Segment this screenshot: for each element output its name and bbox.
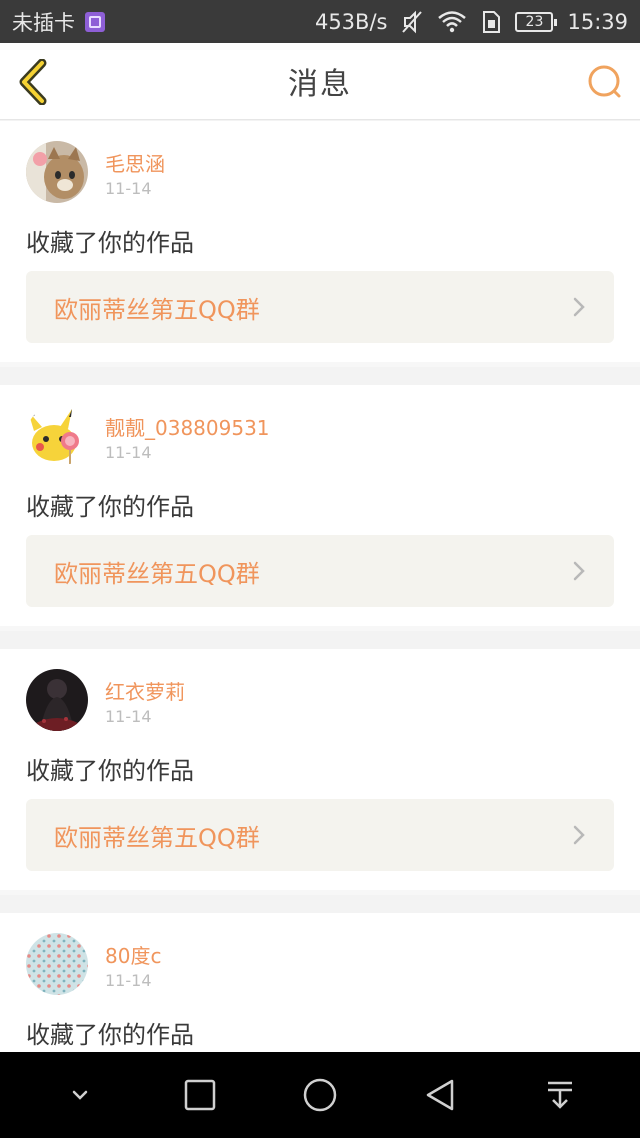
work-title: 欧丽蒂丝第五QQ群: [54, 559, 260, 588]
work-link[interactable]: 欧丽蒂丝第五QQ群: [26, 799, 614, 871]
message-card[interactable]: 毛思涵 11-14 收藏了你的作品 欧丽蒂丝第五QQ群: [0, 121, 640, 362]
user-avatar[interactable]: [26, 933, 88, 995]
timestamp: 11-14: [105, 971, 152, 990]
action-text: 收藏了你的作品: [26, 757, 194, 785]
system-nav-bar: [0, 1052, 640, 1138]
work-title: 欧丽蒂丝第五QQ群: [54, 295, 260, 324]
message-card[interactable]: 80度c 11-14 收藏了你的作品: [0, 890, 640, 1052]
recent-apps-button[interactable]: [170, 1065, 230, 1125]
chevron-right-icon: [573, 561, 585, 581]
username[interactable]: 靓靓_038809531: [105, 412, 270, 441]
status-bar: 未插卡 453B/s 23 15:39: [0, 0, 640, 43]
work-link[interactable]: 欧丽蒂丝第五QQ群: [26, 271, 614, 343]
chevron-right-icon: [573, 297, 585, 317]
timestamp: 11-14: [105, 443, 152, 462]
user-avatar[interactable]: [26, 141, 88, 203]
message-list: 毛思涵 11-14 收藏了你的作品 欧丽蒂丝第五QQ群 靓靓_038809531: [0, 121, 640, 1052]
carrier-text: 未插卡: [12, 10, 75, 35]
username[interactable]: 毛思涵: [105, 148, 165, 177]
action-text: 收藏了你的作品: [26, 1021, 194, 1049]
back-arrow-icon[interactable]: [16, 59, 52, 105]
notification-pulldown-button[interactable]: [530, 1065, 590, 1125]
app-header: 消息: [0, 43, 640, 120]
pull-down-icon: [548, 1081, 572, 1109]
hide-nav-button[interactable]: [50, 1065, 110, 1125]
chevron-down-icon: [72, 1090, 88, 1100]
image-notification-icon: [85, 11, 105, 32]
chevron-right-icon: [573, 825, 585, 845]
username[interactable]: 红衣萝莉: [105, 676, 185, 705]
user-avatar[interactable]: [26, 405, 88, 467]
work-link[interactable]: 欧丽蒂丝第五QQ群: [26, 535, 614, 607]
timestamp: 11-14: [105, 707, 152, 726]
battery-indicator: 23: [515, 11, 558, 32]
timestamp: 11-14: [105, 179, 152, 198]
message-card[interactable]: 靓靓_038809531 11-14 收藏了你的作品 欧丽蒂丝第五QQ群: [0, 362, 640, 626]
action-text: 收藏了你的作品: [26, 229, 194, 257]
work-title: 欧丽蒂丝第五QQ群: [54, 823, 260, 852]
page-title: 消息: [288, 67, 352, 102]
sim-card-icon: [483, 10, 501, 33]
wifi-icon: [438, 10, 467, 32]
circle-icon: [303, 1078, 337, 1112]
home-button[interactable]: [290, 1065, 350, 1125]
message-card[interactable]: 红衣萝莉 11-14 收藏了你的作品 欧丽蒂丝第五QQ群: [0, 626, 640, 890]
back-button[interactable]: [410, 1065, 470, 1125]
mute-icon: [402, 10, 423, 33]
search-icon[interactable]: [586, 63, 624, 101]
clock: 15:39: [567, 9, 628, 34]
user-avatar[interactable]: [26, 669, 88, 731]
triangle-back-icon: [426, 1079, 454, 1111]
username[interactable]: 80度c: [105, 940, 161, 969]
action-text: 收藏了你的作品: [26, 493, 194, 521]
square-icon: [184, 1079, 216, 1111]
network-speed: 453B/s: [314, 9, 388, 34]
